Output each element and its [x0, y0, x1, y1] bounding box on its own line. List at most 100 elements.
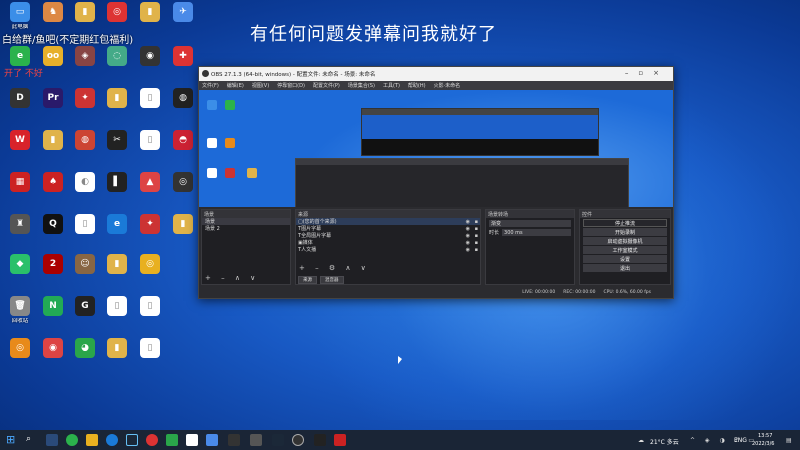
- desktop-shortcut[interactable]: ◉: [36, 338, 70, 378]
- desktop-shortcut[interactable]: ▌: [100, 172, 134, 212]
- desktop-shortcut[interactable]: ▯: [68, 214, 102, 254]
- duration-input[interactable]: 300 ms: [502, 229, 571, 236]
- obs-menu-item[interactable]: 文件(F): [202, 82, 219, 89]
- task-view-icon[interactable]: [46, 434, 58, 446]
- desktop-shortcut[interactable]: 🗑 回收站: [3, 296, 37, 336]
- app-icon[interactable]: [206, 434, 218, 446]
- window-controls[interactable]: –▫×: [625, 69, 669, 77]
- tray-icons[interactable]: ^ ◈ ◑ ♪ ▭: [690, 437, 758, 444]
- obs-preview-canvas[interactable]: [199, 90, 673, 220]
- desktop-shortcut[interactable]: ✚: [166, 46, 200, 86]
- desktop-shortcut[interactable]: ▮: [100, 338, 134, 378]
- clock-date[interactable]: 2022/3/6: [752, 441, 774, 447]
- obs-menu-item[interactable]: 停靠窗口(D): [277, 82, 305, 89]
- obs-menu-item[interactable]: 帮助(H): [408, 82, 426, 89]
- desktop-shortcut[interactable]: ◌: [100, 46, 134, 86]
- desktop-shortcut[interactable]: ✦: [133, 214, 167, 254]
- lock-icon[interactable]: ▪: [475, 226, 478, 232]
- desktop-shortcut[interactable]: ◓: [166, 130, 200, 170]
- eye-icon[interactable]: ◉: [466, 233, 470, 239]
- desktop-shortcut[interactable]: ▮: [36, 130, 70, 170]
- lock-icon[interactable]: ▪: [475, 233, 478, 239]
- source-item[interactable]: T 图片字幕 ◉ ▪: [296, 225, 480, 233]
- source-item[interactable]: ▣ 媒体 ◉ ▪: [296, 239, 480, 247]
- app-icon[interactable]: [146, 434, 158, 446]
- source-toolbar[interactable]: + – ⚙ ∧ ∨: [299, 264, 370, 272]
- lock-icon[interactable]: ▪: [475, 247, 478, 253]
- desktop-shortcut[interactable]: ☺: [68, 254, 102, 294]
- eye-icon[interactable]: ◉: [466, 240, 470, 246]
- desktop-shortcut[interactable]: ▲: [133, 172, 167, 212]
- desktop-shortcut[interactable]: ◆: [3, 254, 37, 294]
- desktop-shortcut[interactable]: ▮: [100, 254, 134, 294]
- scene-item[interactable]: 场景: [202, 218, 290, 225]
- desktop-shortcut[interactable]: W: [3, 130, 37, 170]
- studio-mode-button[interactable]: 工作室模式: [583, 246, 667, 254]
- desktop-shortcut[interactable]: ◍: [68, 130, 102, 170]
- desktop-shortcut[interactable]: ▯: [133, 130, 167, 170]
- lock-icon[interactable]: ▪: [475, 240, 478, 246]
- desktop-shortcut[interactable]: ◎: [166, 172, 200, 212]
- source-item[interactable]: ▢ (您的首个来源) ◉ ▪: [296, 218, 480, 225]
- input-language[interactable]: ENG: [734, 437, 747, 444]
- scene-item[interactable]: 场景 2: [202, 225, 290, 232]
- obs-menu-item[interactable]: 火影·未命名: [434, 82, 461, 89]
- controls-dock[interactable]: 控件 停止推流 开始录制 启动虚拟摄像机 工作室模式 设置 退出: [579, 209, 671, 285]
- eye-icon[interactable]: ◉: [466, 219, 470, 225]
- start-recording-button[interactable]: 开始录制: [583, 228, 667, 236]
- virtual-camera-button[interactable]: 启动虚拟摄像机: [583, 237, 667, 245]
- desktop-shortcut[interactable]: e: [100, 214, 134, 254]
- desktop-shortcut[interactable]: 2: [36, 254, 70, 294]
- desktop-shortcut[interactable]: ▯: [133, 338, 167, 378]
- desktop-shortcut[interactable]: N: [36, 296, 70, 336]
- gear-icon[interactable]: [250, 434, 262, 446]
- desktop-shortcut[interactable]: ◎: [3, 338, 37, 378]
- app-icon[interactable]: [314, 434, 326, 446]
- desktop-shortcut[interactable]: ▦: [3, 172, 37, 212]
- desktop-shortcut[interactable]: ▮: [166, 214, 200, 254]
- source-item[interactable]: T 人文播 ◉ ▪: [296, 246, 480, 254]
- source-item[interactable]: T 全局图片字幕 ◉ ▪: [296, 232, 480, 240]
- app-icon[interactable]: [86, 434, 98, 446]
- desktop-shortcut[interactable]: Q: [36, 214, 70, 254]
- desktop-shortcut[interactable]: ◈: [68, 46, 102, 86]
- obs-menu-item[interactable]: 配置文件(P): [313, 82, 340, 89]
- app-icon[interactable]: [66, 434, 78, 446]
- app-icon[interactable]: [334, 434, 346, 446]
- search-icon[interactable]: ⌕: [26, 434, 38, 446]
- desktop-shortcut[interactable]: ✂: [100, 130, 134, 170]
- notification-icon[interactable]: ▤: [786, 437, 792, 444]
- scenes-dock[interactable]: 场景 场景 场景 2 + – ∧ ∨: [201, 209, 291, 285]
- windows-start-icon[interactable]: ⊞: [6, 433, 18, 446]
- weather-text[interactable]: 21°C 多云: [650, 437, 679, 446]
- desktop-shortcut[interactable]: G: [68, 296, 102, 336]
- desktop-shortcut[interactable]: ✦: [68, 88, 102, 128]
- desktop-shortcut[interactable]: ◉: [133, 46, 167, 86]
- desktop-shortcut[interactable]: ◐: [68, 172, 102, 212]
- desktop-shortcut[interactable]: ♠: [36, 172, 70, 212]
- obs-menu-item[interactable]: 场景集合(S): [348, 82, 375, 89]
- eye-icon[interactable]: ◉: [466, 226, 470, 232]
- edge-icon[interactable]: [106, 434, 118, 446]
- obs-titlebar[interactable]: OBS 27.1.3 (64-bit, windows) - 配置文件: 未命名…: [199, 67, 673, 81]
- desktop-shortcut[interactable]: ▯: [133, 88, 167, 128]
- stop-stream-button[interactable]: 停止推流: [583, 219, 667, 227]
- clock-time[interactable]: 13:57: [758, 433, 772, 439]
- steam-icon[interactable]: [272, 434, 284, 446]
- steam-icon[interactable]: [126, 434, 138, 446]
- desktop-shortcut[interactable]: ◕: [68, 338, 102, 378]
- desktop-shortcut[interactable]: ◎: [133, 254, 167, 294]
- eye-icon[interactable]: ◉: [466, 247, 470, 253]
- desktop-shortcut[interactable]: ▮: [133, 2, 167, 42]
- scene-toolbar[interactable]: + – ∧ ∨: [205, 274, 259, 282]
- tab-sources[interactable]: 来源: [298, 276, 317, 284]
- obs-menu-item[interactable]: 编辑(E): [227, 82, 244, 89]
- desktop-shortcut[interactable]: ◍: [166, 88, 200, 128]
- obs-window[interactable]: OBS 27.1.3 (64-bit, windows) - 配置文件: 未命名…: [198, 66, 674, 299]
- transitions-dock[interactable]: 场景转场 渐变 时长 300 ms: [485, 209, 575, 285]
- obs-menu-item[interactable]: 视图(V): [252, 82, 269, 89]
- desktop-shortcut[interactable]: ♜: [3, 214, 37, 254]
- lock-icon[interactable]: ▪: [475, 219, 478, 225]
- tab-mixer[interactable]: 混音器: [320, 276, 344, 284]
- desktop-shortcut[interactable]: D: [3, 88, 37, 128]
